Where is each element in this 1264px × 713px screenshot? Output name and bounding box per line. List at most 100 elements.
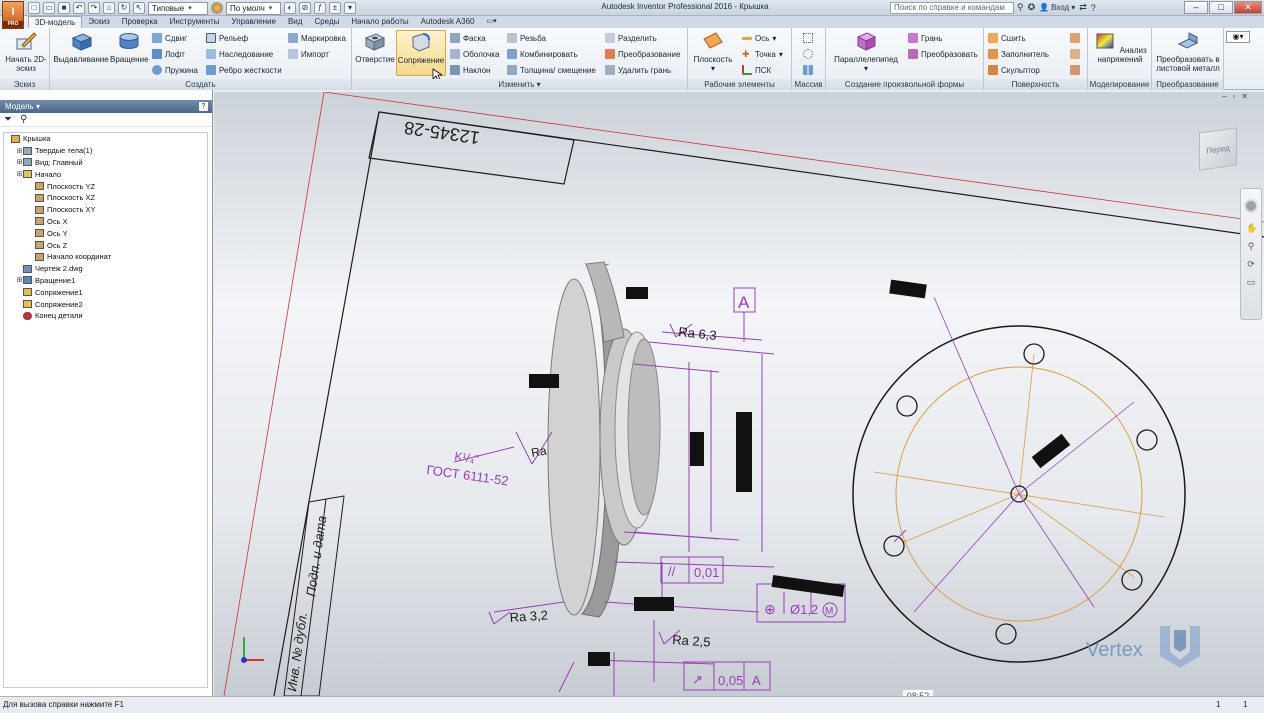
tree-node[interactable]: Ось X — [4, 216, 207, 228]
browser-header[interactable]: Модель ▾? — [0, 100, 212, 113]
tree-node[interactable]: Конец детали — [4, 310, 207, 322]
tree-node[interactable]: ⊞ Вращение1 — [4, 275, 207, 287]
undo-icon[interactable]: ↶ — [73, 2, 85, 14]
style-select[interactable]: Типовые — [148, 1, 208, 15]
tab-inspect[interactable]: Проверка — [116, 16, 164, 28]
home-icon[interactable]: ⌂ — [103, 2, 115, 14]
find-icon[interactable]: ⚲ — [20, 114, 27, 125]
derive-button[interactable]: Наследование — [206, 47, 273, 61]
viewport-restore-icon[interactable]: ▫ — [1232, 92, 1235, 101]
trim-button[interactable] — [1070, 31, 1080, 45]
tab-environments[interactable]: Среды — [308, 16, 345, 28]
extend-button[interactable] — [1070, 47, 1080, 61]
loft-button[interactable]: Лофт — [152, 47, 185, 61]
direct-edit-button[interactable]: Преобразование — [605, 47, 680, 61]
customize-icon[interactable]: ▾ — [344, 2, 356, 14]
tab-get-started[interactable]: Начало работы — [345, 16, 414, 28]
orbit-icon[interactable]: ⟳ — [1246, 259, 1256, 269]
help-icon[interactable]: ? — [1091, 3, 1096, 13]
filter-icon[interactable]: ⏷ — [4, 114, 12, 125]
open-icon[interactable]: ▭ — [43, 2, 55, 14]
close-button[interactable]: ✕ — [1234, 1, 1262, 14]
import-button[interactable]: Импорт — [288, 47, 329, 61]
delete-face-button[interactable]: Удалить грань — [605, 63, 671, 77]
tree-node[interactable]: Плоскость YZ — [4, 180, 207, 192]
point-button[interactable]: ✚ Точка ▾ — [742, 47, 783, 61]
tree-node[interactable]: Сопряжение2 — [4, 298, 207, 310]
emboss-button[interactable]: Рельеф — [206, 31, 248, 45]
plane-button[interactable]: Плоскость ▾ — [692, 30, 734, 73]
axis-button[interactable]: Ось ▾ — [742, 31, 776, 45]
expand-icon[interactable]: ⊞ — [16, 158, 23, 166]
stress-analysis-button[interactable]: Анализ напряжений — [1092, 30, 1148, 64]
exchange-icon[interactable]: ⇄ — [1079, 2, 1087, 13]
appearance-select[interactable]: По умолч — [226, 1, 281, 15]
tab-3d-model[interactable]: 3D-модель — [28, 16, 83, 28]
minimize-button[interactable]: – — [1184, 1, 1208, 14]
adjust-icon[interactable]: ◐ — [284, 2, 296, 14]
ribbon-options-icon[interactable]: ▭▾ — [480, 16, 502, 28]
replace-face-button[interactable] — [1070, 63, 1080, 77]
tree-node[interactable]: ⊞ Твердые тела(1) — [4, 145, 207, 157]
ucs-button[interactable]: ПСК — [742, 63, 771, 77]
tree-node[interactable]: Крышка — [4, 133, 207, 145]
extrude-button[interactable]: Выдавливание — [52, 30, 110, 64]
material-icon[interactable] — [211, 2, 223, 14]
viewport-close-icon[interactable]: ✕ — [1241, 92, 1248, 101]
freeform-box-button[interactable]: Параллелепипед ▾ — [832, 30, 900, 73]
tree-node[interactable]: ⊞ Вид: Главный — [4, 157, 207, 169]
binoculars-icon[interactable]: ⚲ — [1017, 2, 1024, 13]
chamfer-button[interactable]: Фаска — [450, 31, 486, 45]
tree-node[interactable]: Ось Z — [4, 239, 207, 251]
shell-button[interactable]: Оболочка — [450, 47, 499, 61]
draft-button[interactable]: Наклон — [450, 63, 490, 77]
save-icon[interactable]: ■ — [58, 2, 70, 14]
tree-node[interactable]: Плоскость XY — [4, 204, 207, 216]
info-center-icon[interactable]: ✪ — [1028, 2, 1036, 13]
tree-node[interactable]: Чертеж 2.dwg — [4, 263, 207, 275]
coil-button[interactable]: Пружина — [152, 63, 198, 77]
steering-wheel-icon[interactable] — [1244, 199, 1258, 213]
tree-node[interactable]: Начало координат — [4, 251, 207, 263]
tab-view[interactable]: Вид — [282, 16, 308, 28]
rect-pattern-button[interactable] — [803, 31, 813, 45]
freeform-convert-button[interactable]: Преобразовать — [908, 47, 978, 61]
tab-tools[interactable]: Инструменты — [164, 16, 226, 28]
clear-icon[interactable]: ⊘ — [299, 2, 311, 14]
tab-manage[interactable]: Управление — [225, 16, 281, 28]
ribbon-options-button[interactable]: ◉▾ — [1226, 31, 1250, 43]
combine-button[interactable]: Комбинировать — [507, 47, 578, 61]
rib-button[interactable]: Ребро жесткости — [206, 63, 282, 77]
convert-sheet-metal-button[interactable]: Преобразовать в листовой металл — [1154, 30, 1222, 73]
sweep-button[interactable]: Сдвиг — [152, 31, 187, 45]
expand-icon[interactable]: ⊞ — [16, 170, 23, 178]
split-button[interactable]: Разделить — [605, 31, 657, 45]
mirror-button[interactable] — [803, 63, 813, 77]
select-icon[interactable]: ↖ — [133, 2, 145, 14]
redo-icon[interactable]: ↷ — [88, 2, 100, 14]
thread-button[interactable]: Резьба — [507, 31, 546, 45]
freeform-face-button[interactable]: Грань — [908, 31, 942, 45]
sign-in-button[interactable]: 👤 Вход ▾ — [1039, 3, 1075, 12]
start-sketch-button[interactable]: Начать 2D-эскиз — [4, 30, 48, 73]
tab-sketch[interactable]: Эскиз — [82, 16, 115, 28]
browser-help-icon[interactable]: ? — [199, 102, 208, 111]
pan-icon[interactable]: ✋ — [1246, 223, 1257, 233]
zoom-icon[interactable]: ⚲ — [1246, 241, 1256, 251]
tree-node[interactable]: Ось Y — [4, 227, 207, 239]
stitch-button[interactable]: Сшить — [988, 31, 1026, 45]
measure-icon[interactable]: ± — [329, 2, 341, 14]
tree-node[interactable]: Плоскость XZ — [4, 192, 207, 204]
mark-button[interactable]: Маркировка — [288, 31, 346, 45]
viewport-minimize-icon[interactable]: – — [1222, 92, 1226, 101]
thicken-button[interactable]: Толщина/ смещение — [507, 63, 596, 77]
expand-icon[interactable]: ⊞ — [16, 276, 23, 284]
hole-button[interactable]: Отверстие — [355, 30, 395, 64]
help-search-input[interactable]: Поиск по справке и командам — [890, 2, 1014, 14]
maximize-button[interactable]: □ — [1209, 1, 1233, 14]
tree-node[interactable]: ⊞ Начало — [4, 168, 207, 180]
tab-a360[interactable]: Autodesk A360 — [415, 16, 481, 28]
tree-node[interactable]: Сопряжение1 — [4, 286, 207, 298]
sculpt-button[interactable]: Скульптор — [988, 63, 1040, 77]
revolve-button[interactable]: Вращение — [110, 30, 149, 64]
